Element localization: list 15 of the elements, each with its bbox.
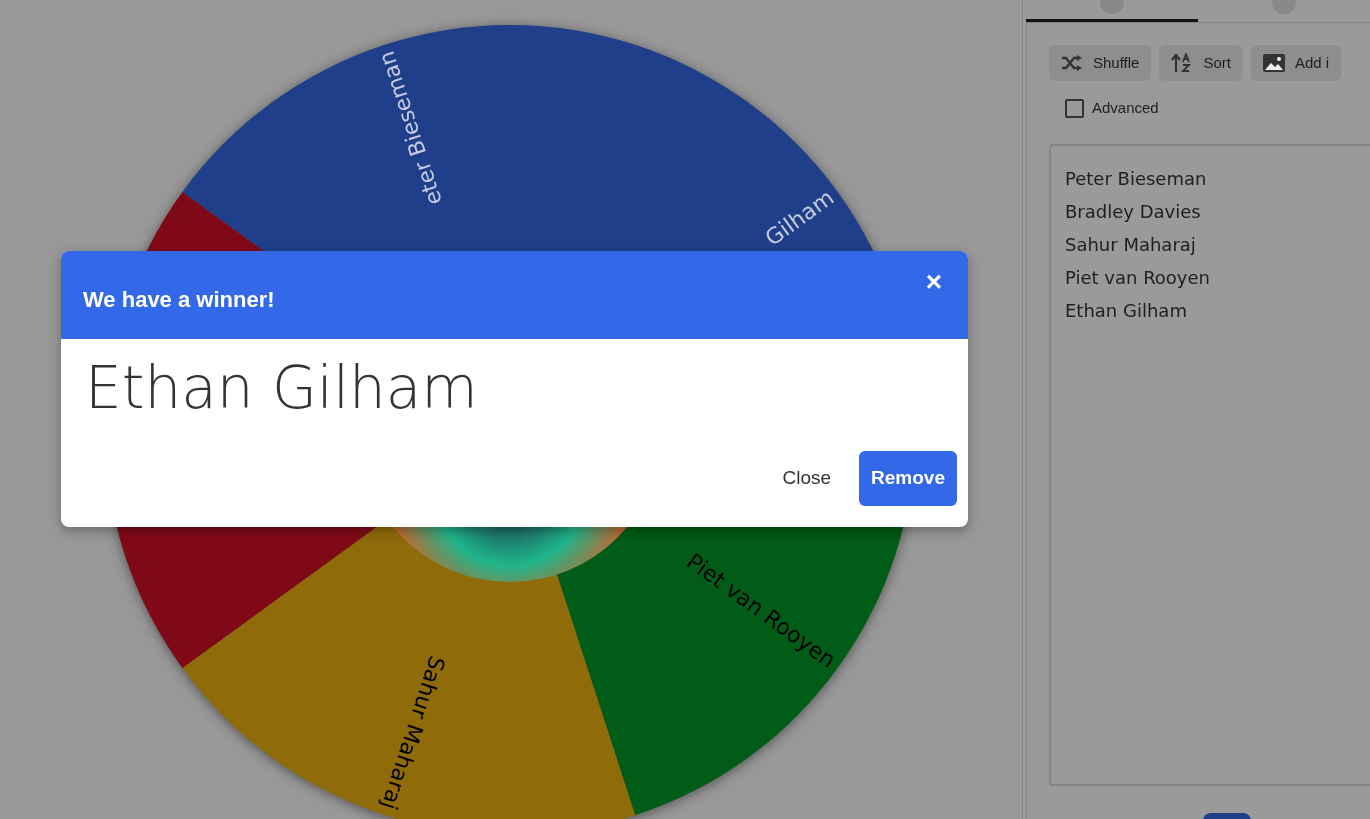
toolbar-button[interactable]: Add i: [1250, 45, 1342, 81]
close-text-button[interactable]: Close: [768, 454, 846, 503]
entries-field[interactable]: Peter Bieseman Bradley Davies Sahur Maharaj Piet van Rooyen Ethan Gilham: [1049, 143, 1370, 786]
shuffle-icon: [1061, 55, 1083, 71]
close-button[interactable]: ×: [921, 268, 946, 296]
remove-button[interactable]: Remove: [859, 450, 957, 506]
sort-icon: [1171, 53, 1194, 73]
tab[interactable]: [1026, 0, 1198, 22]
checkbox[interactable]: [1065, 98, 1084, 118]
dialog-title: We have a winner!: [83, 286, 275, 314]
toolbar-button[interactable]: Sort: [1159, 45, 1243, 81]
toolbar-button[interactable]: Shuffle: [1049, 45, 1152, 81]
winner-name: Ethan Gilham: [84, 353, 479, 421]
checkbox-label: Advanced: [1092, 98, 1159, 118]
image-icon: [1262, 54, 1285, 72]
